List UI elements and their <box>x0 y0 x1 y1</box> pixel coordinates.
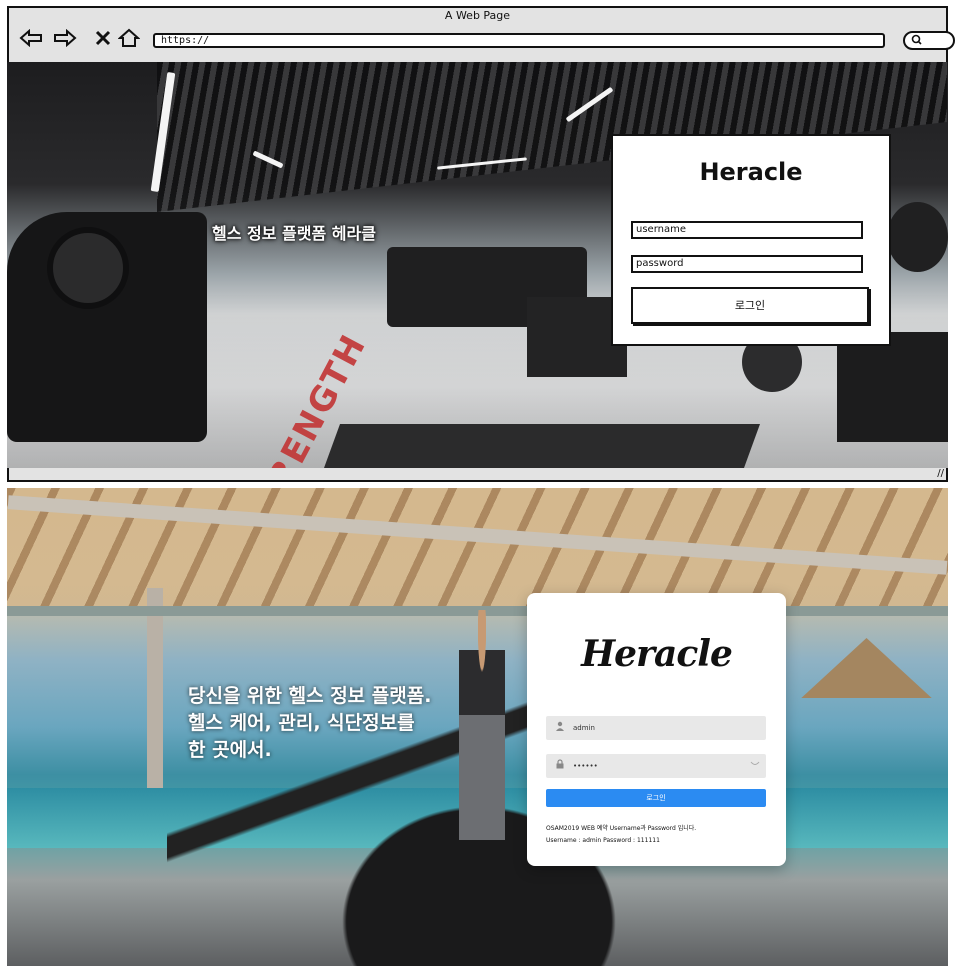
browser-chrome: A Web Page https:// <box>7 6 955 62</box>
login-card: Heracle admin •••••• 로그인 OSAM2019 WEB 예약… <box>527 593 786 866</box>
slogan-line: 한 곳에서. <box>188 739 272 761</box>
window-title: A Web Page <box>444 9 511 22</box>
search-button[interactable] <box>903 31 955 50</box>
login-hint: OSAM2019 WEB 예약 Username과 Password 입니다. <box>546 825 697 832</box>
hut-image <box>801 638 932 698</box>
login-title: Heracle <box>699 158 803 186</box>
slogan-line: 헬스 케어, 관리, 식단정보를 <box>188 712 415 734</box>
key-icon <box>750 760 760 770</box>
weight-plate <box>887 202 948 272</box>
login-button[interactable]: 로그인 <box>631 287 869 324</box>
user-icon <box>554 721 566 733</box>
username-input[interactable]: username <box>631 221 863 239</box>
slogan-line: 당신을 위한 헬스 정보 플랫폼. <box>188 685 432 707</box>
floor-mat <box>323 424 761 468</box>
brand-logo: Heracle <box>581 633 733 675</box>
wireframe-hero: STRENGTH 헬스 정보 플랫폼 헤라클 Heracle username … <box>7 62 948 468</box>
browser-status-bar: // <box>7 468 948 482</box>
gym-machine <box>837 332 948 442</box>
url-bar[interactable]: https:// <box>153 33 885 48</box>
design-hero: 당신을 위한 헬스 정보 플랫폼. 헬스 케어, 관리, 식단정보를 한 곳에서… <box>7 488 948 966</box>
home-icon[interactable] <box>117 28 141 48</box>
username-value: admin <box>573 724 595 732</box>
wireframe-login-panel: Heracle username password 로그인 <box>611 134 891 346</box>
forward-arrow-icon[interactable] <box>53 28 77 48</box>
close-icon[interactable] <box>91 28 115 48</box>
hero-slogan: 헬스 정보 플랫폼 헤라클 <box>212 224 376 243</box>
login-credentials: Username : admin Password : 111111 <box>546 837 660 844</box>
weight-plate <box>47 227 129 309</box>
back-arrow-icon[interactable] <box>19 28 43 48</box>
login-button[interactable]: 로그인 <box>546 789 766 807</box>
lock-icon <box>554 759 566 771</box>
password-input[interactable]: password <box>631 255 863 273</box>
password-value: •••••• <box>573 762 598 770</box>
hero-slogan-block: 당신을 위한 헬스 정보 플랫폼. 헬스 케어, 관리, 식단정보를 한 곳에서… <box>188 683 488 764</box>
password-field[interactable]: •••••• <box>546 754 766 778</box>
username-field[interactable]: admin <box>546 716 766 740</box>
search-icon <box>911 34 923 48</box>
resize-handle-icon[interactable]: // <box>937 468 944 479</box>
